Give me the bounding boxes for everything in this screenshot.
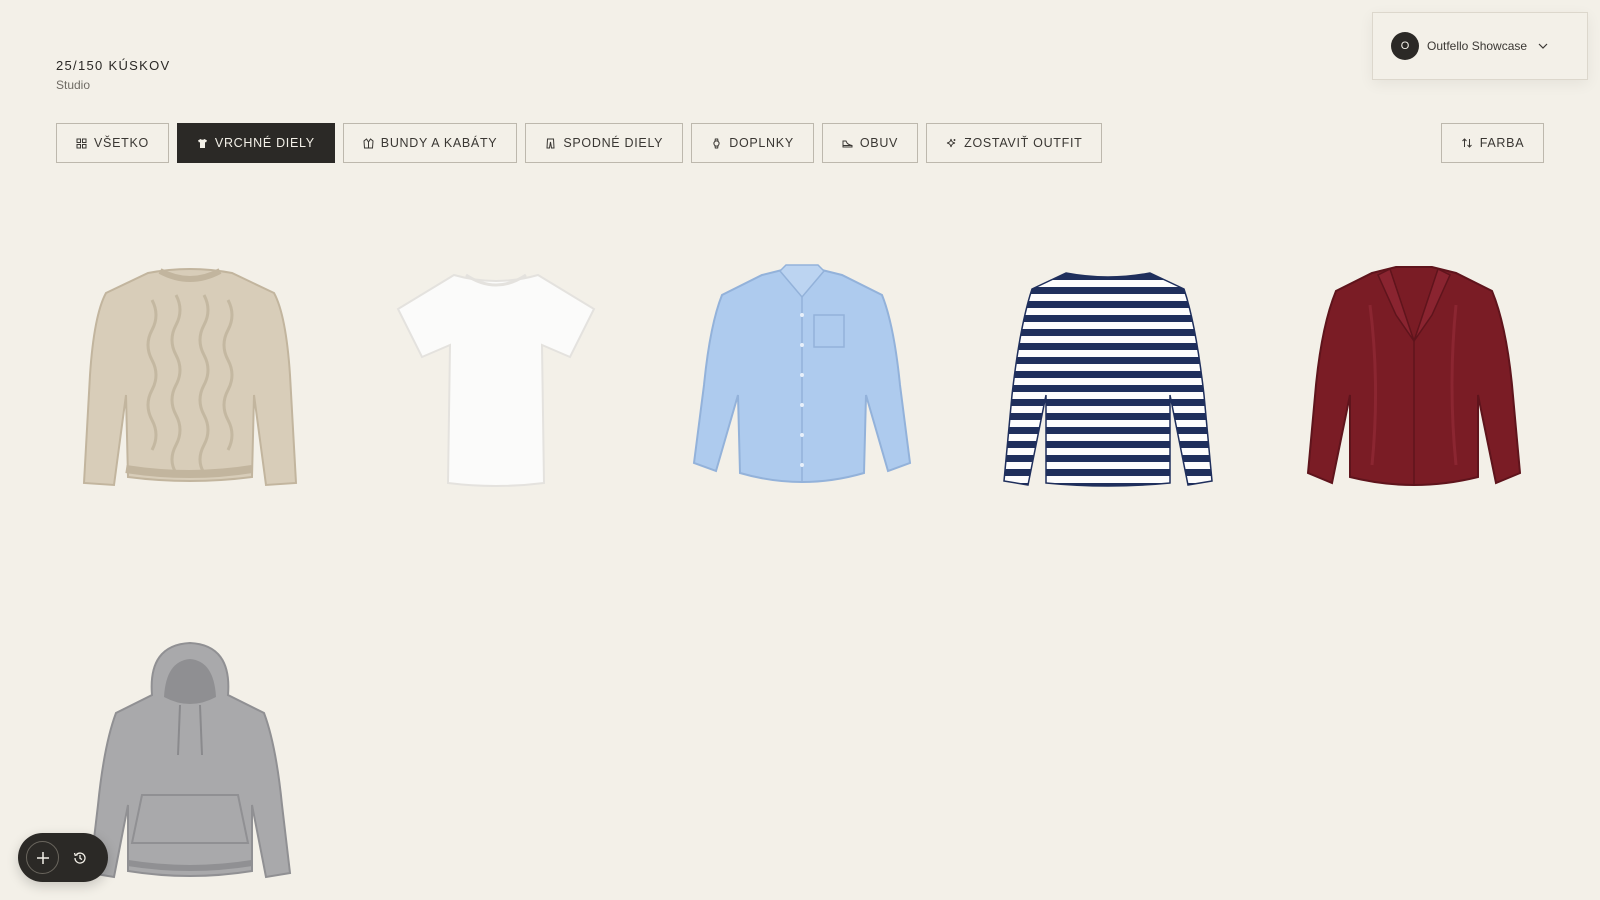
- jacket-icon: [363, 137, 374, 148]
- filter-shoes-button[interactable]: OBUV: [821, 123, 919, 163]
- filter-all-label: VŠETKO: [94, 136, 149, 150]
- sort-arrows-icon: [1461, 138, 1472, 148]
- plus-icon: [36, 851, 49, 864]
- chevron-down-icon: [1538, 43, 1548, 49]
- item-counter: 25/150 KÚSKOV: [56, 58, 171, 73]
- build-outfit-label: ZOSTAVIŤ OUTFIT: [964, 136, 1083, 150]
- account-switcher[interactable]: O Outfello Showcase: [1372, 12, 1588, 80]
- add-item-button[interactable]: [26, 841, 59, 874]
- filter-accessories-button[interactable]: DOPLNKY: [691, 123, 814, 163]
- satin-blouse-image: [1306, 266, 1522, 486]
- grid-icon: [76, 138, 87, 148]
- filter-shoes-label: OBUV: [859, 136, 899, 150]
- floating-action-bar: [18, 833, 108, 882]
- avatar: O: [1391, 32, 1419, 60]
- wardrobe-item-oxford-shirt[interactable]: [668, 245, 936, 515]
- account-name: Outfello Showcase: [1427, 39, 1528, 53]
- sort-by-color-button[interactable]: FARBA: [1441, 123, 1544, 163]
- filter-all-button[interactable]: VŠETKO: [56, 123, 169, 163]
- cable-knit-sweater-image: [82, 268, 298, 487]
- filter-jackets-label: BUNDY A KABÁTY: [380, 136, 498, 150]
- filter-bottoms-label: SPODNÉ DIELY: [563, 136, 664, 150]
- build-outfit-button[interactable]: ZOSTAVIŤ OUTFIT: [926, 123, 1103, 163]
- oxford-shirt-image: [692, 264, 912, 483]
- wardrobe-item-sweater[interactable]: [56, 245, 324, 515]
- history-button[interactable]: [69, 847, 91, 869]
- wardrobe-item-tshirt[interactable]: [362, 245, 630, 515]
- shoe-icon: [842, 140, 853, 147]
- filter-jackets-button[interactable]: BUNDY A KABÁTY: [342, 123, 518, 163]
- filter-tops-button[interactable]: VRCHNÉ DIELY: [176, 123, 335, 163]
- wardrobe-item-satin-blouse[interactable]: [1280, 245, 1548, 515]
- filter-accessories-label: DOPLNKY: [729, 136, 794, 150]
- filter-tops-label: VRCHNÉ DIELY: [214, 136, 315, 150]
- history-icon: [73, 851, 86, 864]
- page-subtitle: Studio: [56, 78, 91, 92]
- category-filter-bar: VŠETKO VRCHNÉ DIELY BUNDY A KABÁTY SPODN…: [56, 123, 1103, 163]
- filter-bottoms-button[interactable]: SPODNÉ DIELY: [525, 123, 684, 163]
- sparkle-icon: [947, 138, 956, 147]
- wardrobe-item-striped-top[interactable]: [974, 245, 1242, 515]
- sort-label: FARBA: [1479, 136, 1525, 150]
- watch-icon: [713, 138, 720, 148]
- t-shirt-image: [396, 273, 596, 487]
- striped-long-sleeve-image: [1003, 272, 1213, 487]
- tshirt-icon: [197, 138, 207, 148]
- trousers-icon: [546, 138, 555, 148]
